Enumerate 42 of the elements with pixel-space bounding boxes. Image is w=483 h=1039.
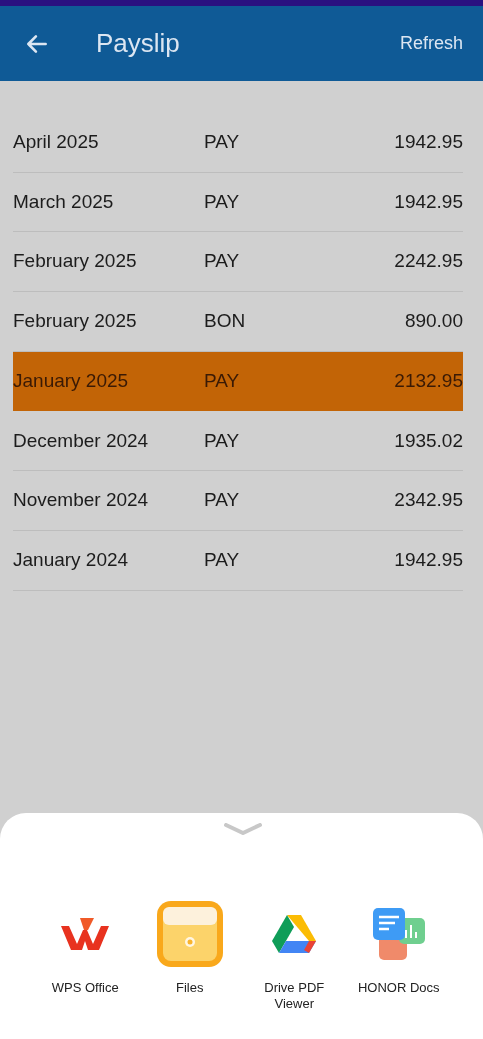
amount-text: 2132.95 [394,369,463,394]
type-text: PAY [204,488,241,513]
amount-text: 1942.95 [394,547,463,572]
type-text: PAY [204,369,241,394]
period-text: April 2025 [13,130,100,155]
refresh-button[interactable]: Refresh [399,30,463,57]
payslip-row[interactable]: February 2025 PAY 2242.95 [13,232,463,293]
period-text: January 2024 [13,547,130,572]
period-text: December 2024 [13,428,150,453]
screen-title: Payslip [96,27,180,60]
app-label[interactable]: Files [139,980,240,996]
period-text: November 2024 [13,488,150,513]
payslip-row[interactable]: December 2024 PAY 1935.02 [13,411,463,472]
amount-text: 1942.95 [394,189,463,214]
period-text: February 2025 [13,309,138,334]
type-text: BON [204,309,247,334]
type-text: PAY [204,130,241,155]
period-text: February 2025 [13,249,138,274]
amount-text: 890.00 [404,309,463,334]
period-text: January 2025 [13,369,130,394]
type-text: PAY [204,428,241,453]
type-text: PAY [204,249,241,274]
app-label[interactable]: Drive PDF Viewer [244,980,345,1012]
collapse-handle-icon[interactable] [224,823,262,835]
amount-text: 1935.02 [394,428,463,453]
payslip-row[interactable]: January 2024 PAY 1942.95 [13,530,463,591]
payslip-row[interactable]: November 2024 PAY 2342.95 [13,471,463,531]
app-label[interactable]: HONOR Docs [348,980,449,996]
amount-text: 1942.95 [394,130,463,155]
app-label[interactable]: WPS Office [35,980,136,996]
amount-text: 2342.95 [394,488,463,513]
triangle-logo-icon[interactable] [271,914,318,954]
type-text: PAY [204,189,241,214]
amount-text: 2242.95 [394,249,463,274]
app-logo-icon[interactable] [60,916,111,952]
payslip-row[interactable]: March 2025 PAY 1942.95 [13,172,463,233]
type-text: PAY [204,547,241,572]
payslip-row[interactable]: April 2025 PAY 1942.95 [13,113,463,173]
documents-icon[interactable] [372,908,425,960]
period-text: March 2025 [13,189,115,214]
payslip-row[interactable]: February 2025 BON 890.00 [13,292,463,352]
payslip-row[interactable]: January 2025 PAY 2132.95 [13,351,463,412]
